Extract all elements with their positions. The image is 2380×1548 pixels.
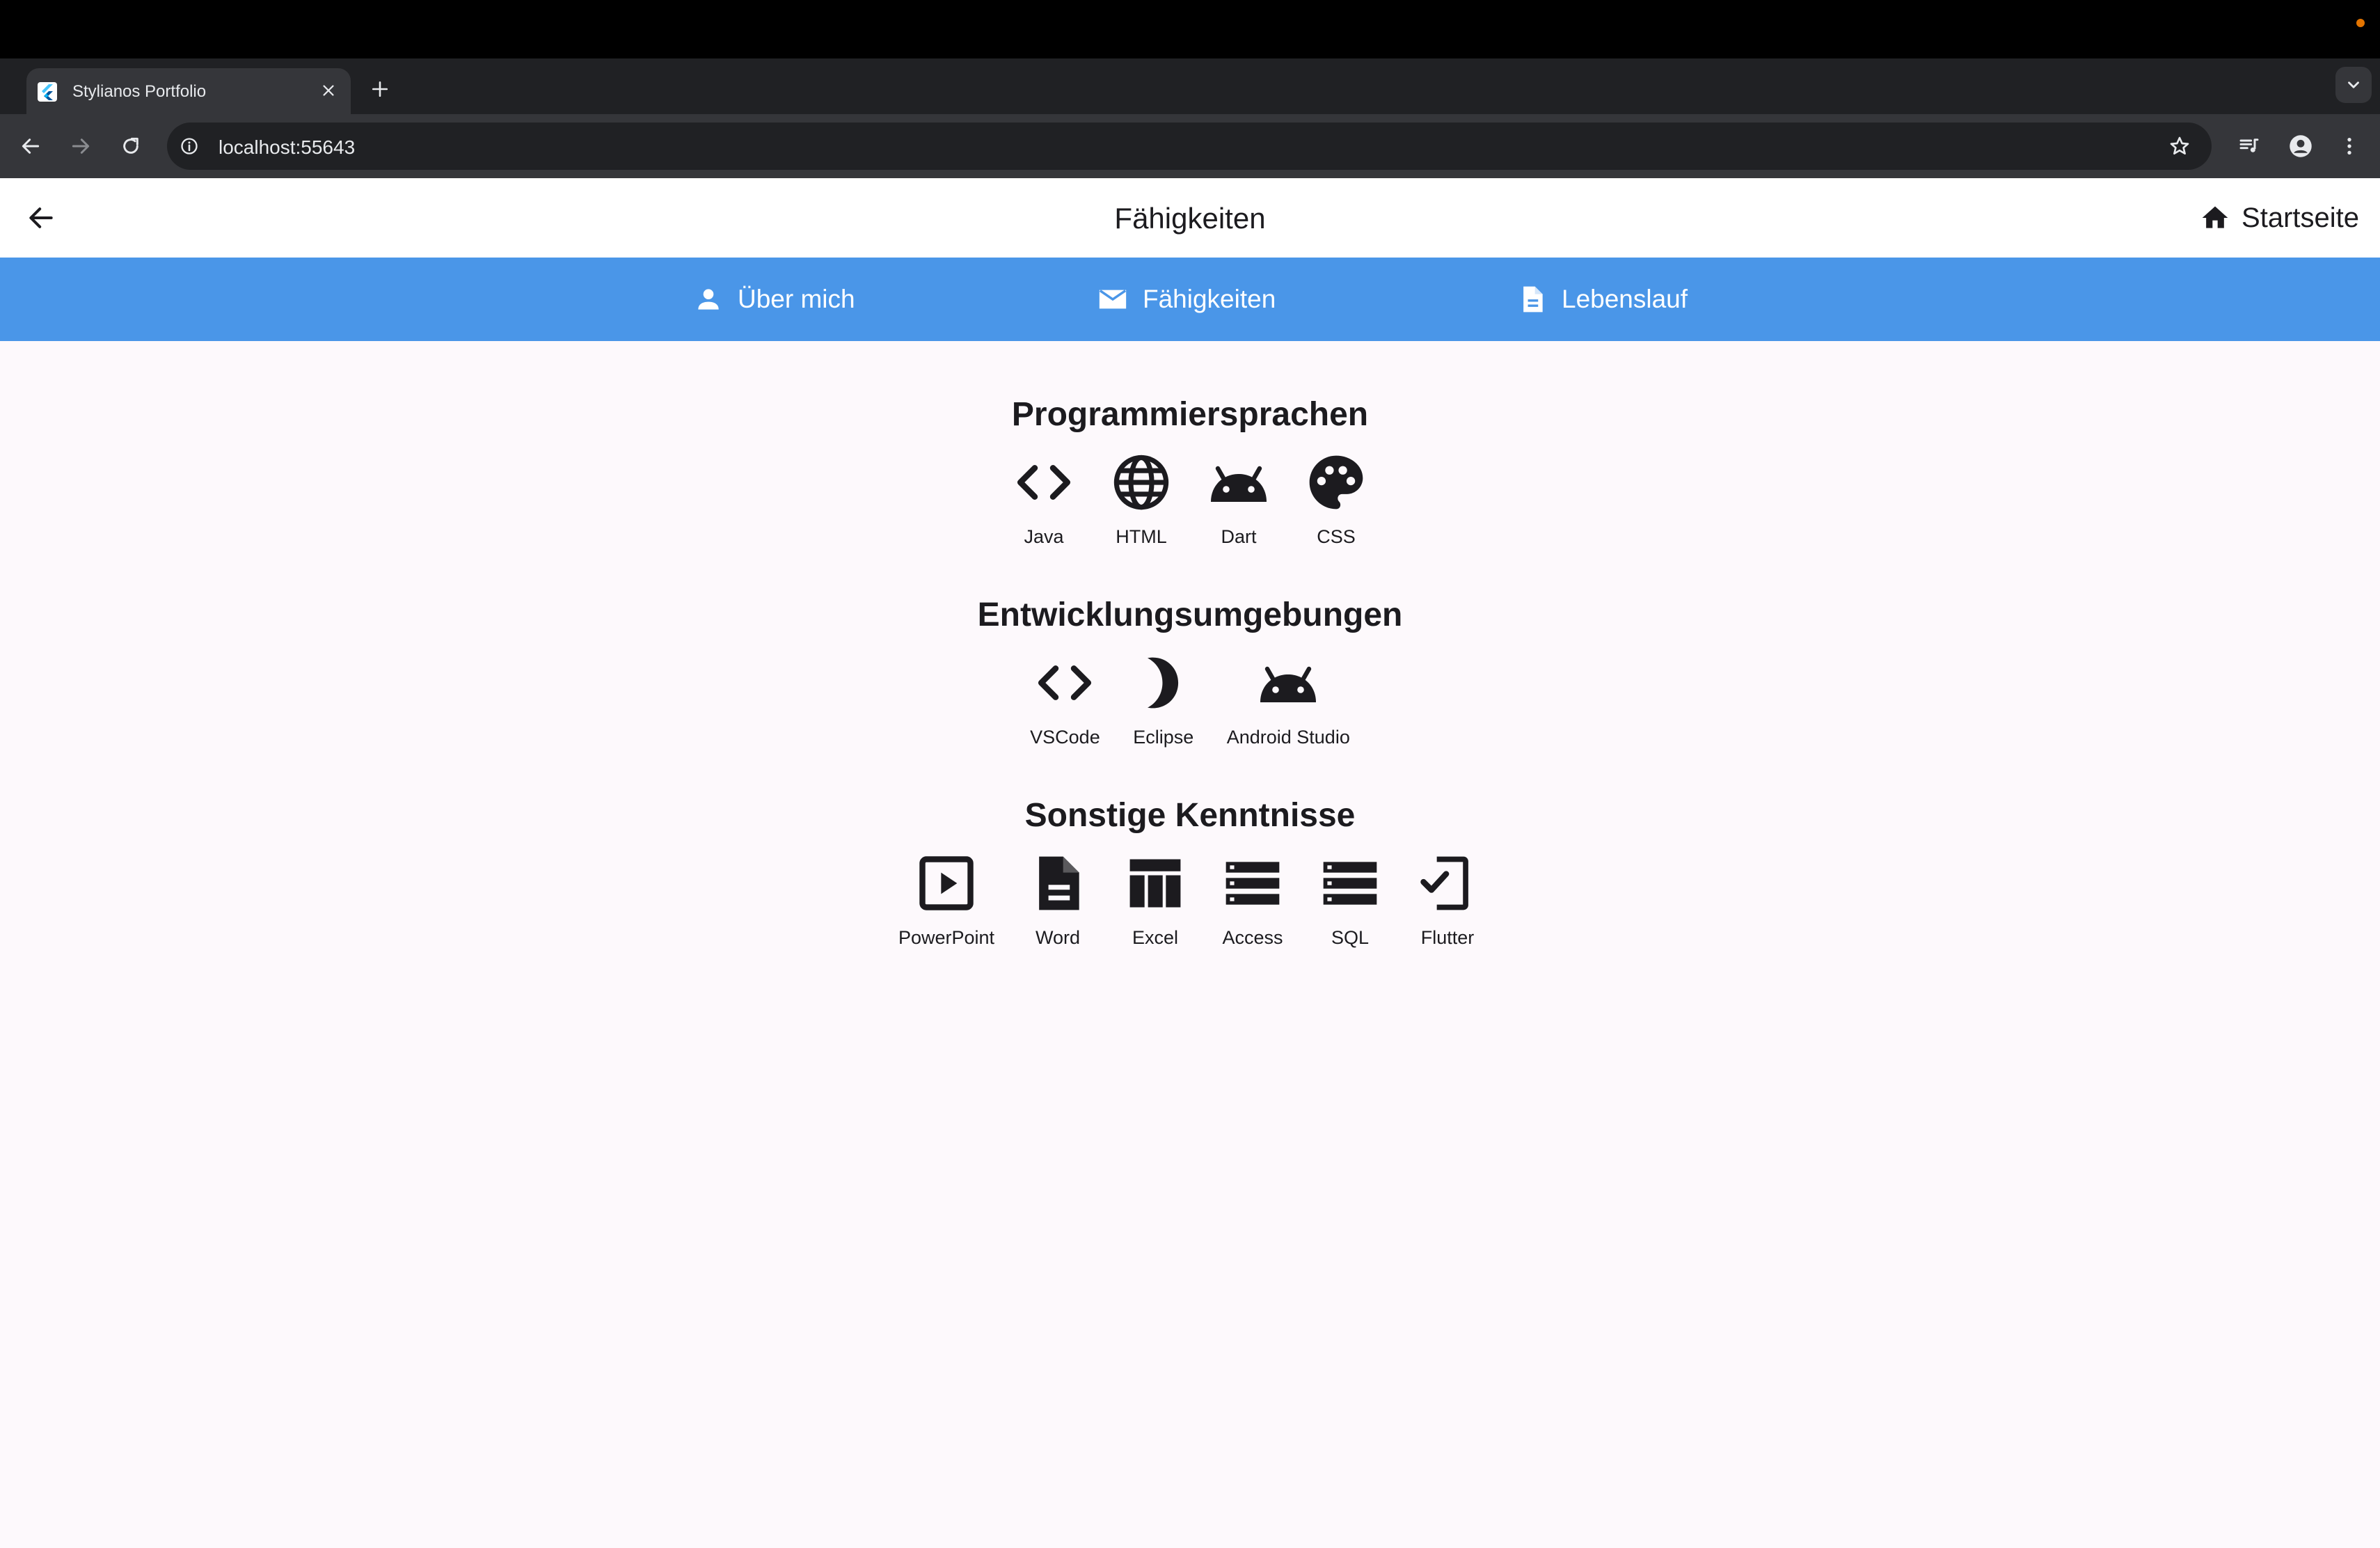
skill-label: CSS [1317,526,1356,547]
skill-section-programming: Programmiersprachen Java HTML Dart CSS [0,394,2380,548]
nav-tab-cv-label: Lebenslauf [1562,285,1688,313]
skill-label: Access [1222,927,1283,948]
slideshow-icon [912,849,981,917]
home-icon [2200,203,2230,233]
app-bar: Fähigkeiten Startseite [0,178,2380,258]
browser-tab[interactable]: Stylianos Portfolio [26,68,351,114]
nav-tab-skills[interactable]: Fähigkeiten [1097,258,1276,341]
home-button[interactable]: Startseite [2200,195,2359,241]
skill-item-flutter: Flutter [1413,849,1482,949]
language-icon [1107,448,1175,516]
nav-tab-about[interactable]: Über mich [693,258,855,341]
section-title: Sonstige Kenntnisse [1024,797,1356,834]
skill-label: VSCode [1030,727,1100,748]
skill-item-sql: SQL [1316,849,1384,949]
skill-label: HTML [1116,526,1167,547]
skill-item-word: Word [1024,849,1092,949]
skill-label: Eclipse [1133,727,1194,748]
palette-icon [1302,448,1370,516]
skill-label: PowerPoint [898,927,995,948]
skill-item-html: HTML [1107,448,1175,548]
phonelink-check-icon [1413,849,1482,917]
chevron-down-icon [2348,81,2359,88]
skill-label: Java [1024,526,1064,547]
skill-section-other: Sonstige Kenntnisse PowerPoint Word Exce… [0,795,2380,949]
browser-forward-icon[interactable] [64,129,97,163]
description-icon [1024,849,1092,917]
table-icon [1121,849,1189,917]
storage-icon [1219,849,1287,917]
browser-back-icon[interactable] [14,129,47,163]
skill-item-powerpoint: PowerPoint [898,849,994,949]
section-title: Programmiersprachen [1011,396,1369,433]
storage-icon [1316,849,1384,917]
skill-label: Word [1036,927,1081,948]
skill-label: Excel [1132,927,1179,948]
tab-search-button[interactable] [2335,67,2372,103]
skill-item-eclipse: Eclipse [1129,649,1198,748]
skill-item-excel: Excel [1121,849,1189,949]
address-bar[interactable]: localhost:55643 [167,123,2212,170]
skill-label: Dart [1221,526,1257,547]
skill-label: Flutter [1420,927,1475,948]
person-icon [693,284,724,315]
nav-tab-cv[interactable]: Lebenslauf [1517,258,1688,341]
new-tab-icon[interactable] [366,75,394,103]
browser-tab-title: Stylianos Portfolio [72,82,207,101]
skill-label: Android Studio [1226,727,1350,748]
skill-label: SQL [1331,927,1370,948]
page-title: Fähigkeiten [1114,202,1266,235]
home-label: Startseite [2242,202,2359,233]
flutter-favicon-icon [38,82,57,102]
profile-avatar-icon[interactable] [2284,129,2317,163]
address-url: localhost:55643 [219,136,356,158]
section-nav-bar: Über mich Fähigkeiten Lebenslauf [0,258,2380,341]
notification-dot-icon [2356,19,2365,27]
skill-section-ide: Entwicklungsumgebungen VSCode Eclipse An… [0,594,2380,748]
skill-item-access: Access [1219,849,1287,949]
bookmark-star-icon[interactable] [2167,134,2192,159]
media-queue-icon[interactable] [2232,129,2266,163]
moon-icon [1129,649,1198,717]
os-top-bar [0,0,2380,58]
skill-item-android-studio: Android Studio [1227,649,1350,748]
code-icon [1031,649,1099,717]
skill-item-dart: Dart [1205,448,1273,548]
description-icon [1517,284,1548,315]
site-info-icon[interactable] [178,135,200,157]
mail-icon [1097,283,1129,315]
nav-tab-skills-label: Fähigkeiten [1143,285,1276,313]
browser-tab-strip: Stylianos Portfolio [0,58,2380,114]
section-title: Entwicklungsumgebungen [977,597,1403,633]
browser-menu-icon[interactable] [2333,129,2366,163]
close-tab-icon[interactable] [316,78,341,103]
nav-tab-about-label: Über mich [738,285,855,313]
android-icon [1254,649,1322,717]
skill-item-css: CSS [1302,448,1370,548]
code-icon [1010,448,1078,516]
skill-item-vscode: VSCode [1030,649,1100,748]
browser-toolbar: localhost:55643 [0,114,2380,178]
reload-icon[interactable] [114,129,148,163]
android-icon [1205,448,1273,516]
skill-item-java: Java [1010,448,1078,548]
